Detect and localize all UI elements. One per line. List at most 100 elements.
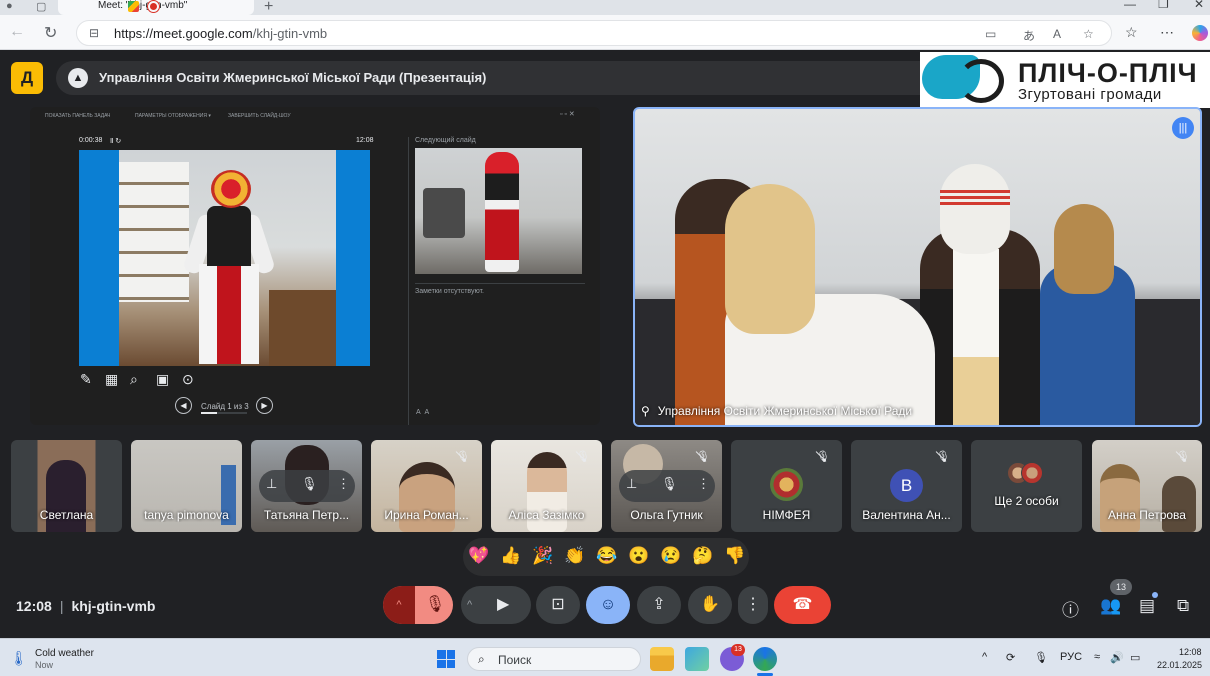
chat-icon[interactable]: ▤ (1139, 596, 1155, 616)
pen-icon[interactable]: ✎ (80, 371, 92, 388)
mic-off-icon[interactable]: 🎙 (417, 586, 453, 624)
audio-settings-chevron-icon[interactable]: ^ (383, 586, 415, 624)
slides-grid-icon[interactable]: ▦ (105, 371, 118, 388)
presentation-tile[interactable]: ПОКАЗАТЬ ПАНЕЛЬ ЗАДАЧ ПАРАМЕТРЫ ОТОБРАЖЕ… (30, 107, 600, 425)
sync-icon[interactable]: ⟳ (1006, 651, 1015, 664)
participant-tile-more[interactable]: Ще 2 особи (971, 440, 1082, 532)
reaction-thinking[interactable]: 🤔 (692, 546, 713, 566)
main-speaker-video[interactable]: ||| ⚲ Управління Освіти Жмеринської Міськ… (633, 107, 1202, 427)
more-menu-icon[interactable]: ⋯ (1160, 24, 1174, 41)
prev-slide-icon[interactable]: ◀ (175, 397, 192, 414)
close-window-icon[interactable]: ✕ (1194, 0, 1204, 11)
emoji-icon: ☺ (599, 596, 617, 613)
mute-icon[interactable]: 🎙 (661, 476, 678, 492)
pin-icon[interactable]: ⚲ (641, 404, 650, 418)
profile-icon[interactable]: ● (6, 0, 18, 12)
tab-actions-icon[interactable]: ▢ (36, 0, 48, 13)
language-indicator[interactable]: РУС (1060, 651, 1082, 663)
battery-icon[interactable]: ▭ (1130, 651, 1140, 664)
reaction-heart[interactable]: 💖 (468, 546, 489, 566)
edge-icon[interactable] (753, 647, 777, 671)
new-tab-icon[interactable]: + (264, 0, 273, 16)
reaction-thumbs-up[interactable]: 👍 (500, 546, 521, 566)
more-options-icon[interactable]: ⊙ (182, 371, 194, 388)
start-icon[interactable] (437, 650, 455, 668)
taskbar-time[interactable]: 12:08 (1179, 647, 1202, 657)
participant-tile[interactable]: Светлана (11, 440, 122, 532)
activities-icon[interactable]: ⧉ (1177, 596, 1189, 616)
pin-icon[interactable]: ⊥ (266, 476, 277, 492)
video-settings-chevron-icon[interactable]: ^ (467, 586, 472, 624)
participant-tile[interactable]: ⊥ 🎙 ⋮ 🎙 Ольга Гутник (611, 440, 722, 532)
copilot-icon[interactable] (1192, 25, 1208, 41)
weather-icon[interactable]: 🌡 (10, 650, 28, 667)
reaction-sad[interactable]: 😢 (660, 546, 681, 566)
reaction-laugh[interactable]: 😂 (596, 546, 617, 566)
timer-controls-icon[interactable]: Ⅱ ↻ (110, 137, 121, 145)
captions-button[interactable]: ⊡ (536, 586, 580, 624)
reaction-party[interactable]: 🎉 (532, 546, 553, 566)
photo-shelf (119, 162, 189, 302)
slide-progress (201, 412, 247, 414)
participant-name: НІМФЕЯ (762, 508, 811, 522)
more-options-button[interactable]: ⋮ (738, 586, 768, 624)
font-size-controls-icon[interactable]: A A (416, 409, 429, 416)
participant-avatar: В (890, 469, 923, 502)
favorites-icon[interactable]: ☆ (1125, 24, 1138, 41)
leave-call-button[interactable]: ☎ (774, 586, 831, 624)
next-slide-icon[interactable]: ▶ (256, 397, 273, 414)
participant-tile[interactable]: ⊥ 🎙 ⋮ Татьяна Петр... (251, 440, 362, 532)
photos-app-icon[interactable] (685, 647, 709, 671)
meeting-info-icon[interactable]: ⓘ (1062, 596, 1079, 621)
volume-icon[interactable]: 🔊 (1110, 651, 1124, 664)
participant-avatar (770, 468, 803, 501)
translate-icon[interactable]: あ (1023, 27, 1035, 44)
participant-tile[interactable]: 🎙 Аліса Зазімко (491, 440, 602, 532)
back-icon[interactable]: ← (9, 23, 25, 41)
reload-icon[interactable]: ↻ (44, 23, 57, 43)
taskbar-search[interactable]: ⌕ Поиск (467, 647, 641, 671)
cast-icon[interactable]: ▭ (985, 27, 996, 41)
pin-icon[interactable]: ⊥ (626, 476, 637, 492)
speaker-notes: Заметки отсутствуют. (415, 288, 484, 295)
camera-icon[interactable]: ▶ (497, 586, 509, 624)
taskbar-date[interactable]: 22.01.2025 (1157, 660, 1202, 670)
reaction-clap[interactable]: 👏 (564, 546, 585, 566)
participant-tile[interactable]: tanya pimonova (131, 440, 242, 532)
tab-title: Meet: "khj-gtin-vmb" (98, 0, 188, 11)
minimize-icon[interactable]: — (1124, 0, 1136, 11)
microphone-tray-icon[interactable]: 🎙 (1034, 651, 1048, 664)
presenter-menu-display[interactable]: ПАРАМЕТРЫ ОТОБРАЖЕНИЯ ▾ (135, 113, 211, 119)
tab-meet[interactable]: Meet: "khj-gtin-vmb" ✕ (58, 0, 254, 15)
file-explorer-icon[interactable] (650, 647, 674, 671)
site-info-icon[interactable]: ⊟ (89, 26, 99, 40)
video-doll-head (940, 164, 1010, 254)
favorite-star-icon[interactable]: ☆ (1083, 27, 1094, 41)
participant-tile[interactable]: 🎙 Ирина Роман... (371, 440, 482, 532)
presenter-menu-end[interactable]: ЗАВЕРШИТЬ СЛАЙД-ШОУ (228, 113, 291, 119)
reaction-thumbs-down[interactable]: 👎 (724, 546, 745, 566)
screen-icon[interactable]: ▣ (156, 371, 169, 388)
participant-tile[interactable]: 🎙 НІМФЕЯ (731, 440, 842, 532)
emoji-button[interactable]: ☺ (586, 586, 630, 624)
wifi-icon[interactable]: ≈ (1094, 651, 1100, 663)
weather-title[interactable]: Cold weather (35, 648, 94, 659)
muted-mic-icon: 🎙 (816, 451, 830, 463)
zoom-icon[interactable]: ⌕ (130, 371, 138, 388)
people-icon[interactable]: 👥 (1100, 596, 1121, 616)
mute-icon[interactable]: 🎙 (301, 476, 318, 492)
presenter-menu-taskbar[interactable]: ПОКАЗАТЬ ПАНЕЛЬ ЗАДАЧ (45, 113, 110, 119)
participant-tile[interactable]: 🎙 Анна Петрова (1092, 440, 1202, 532)
read-aloud-icon[interactable]: A (1053, 27, 1061, 41)
present-button[interactable]: ⇪ (637, 586, 681, 624)
url-field[interactable]: ⊟ https://meet.google.com/khj-gtin-vmb ▭… (76, 20, 1112, 46)
raise-hand-button[interactable]: ✋ (688, 586, 732, 624)
restore-icon[interactable]: ❐ (1158, 0, 1169, 11)
participant-tile[interactable]: В 🎙 Валентина Ан... (851, 440, 962, 532)
participant-name: Ольга Гутник (630, 508, 703, 522)
hand-icon: ✋ (700, 596, 720, 613)
more-options-icon[interactable]: ⋮ (337, 476, 350, 492)
show-hidden-icons[interactable]: ^ (982, 651, 987, 663)
more-options-icon[interactable]: ⋮ (697, 476, 710, 492)
reaction-surprised[interactable]: 😮 (628, 546, 649, 566)
